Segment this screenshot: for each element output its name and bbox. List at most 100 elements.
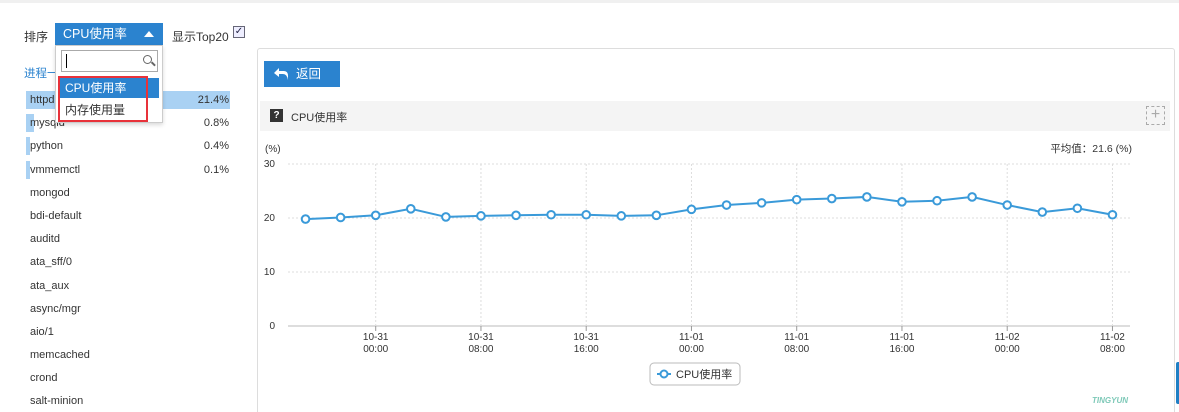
process-name: crond [30,372,58,385]
data-point[interactable] [476,211,486,221]
process-row[interactable]: ata_sff/0 [26,251,232,274]
data-point[interactable] [686,204,697,215]
x-tick-time: 16:00 [574,344,599,355]
data-point[interactable] [826,193,837,204]
x-tick-date: 11-01 [890,332,915,343]
x-tick-time: 08:00 [1100,344,1125,355]
data-point[interactable] [791,194,802,205]
y-tick-label: 10 [264,267,276,278]
process-row[interactable]: bdi-default [26,205,232,228]
process-name: salt-minion [30,395,84,408]
process-name: aio/1 [30,325,54,338]
data-point[interactable] [511,210,521,221]
process-name: ata_sff/0 [30,256,72,269]
x-tick-date: 11-01 [679,332,704,343]
process-name: auditd [30,233,60,246]
cpu-line-chart: (%) 平均值：21.6 (%) 010203010-3100:0010-310… [264,142,1132,405]
chart-title: CPU使用率 [291,112,348,124]
x-tick-date: 10-31 [573,332,599,343]
average-value-label: 平均值：21.6 (%) [1050,142,1132,155]
data-point[interactable] [721,200,732,210]
help-icon[interactable]: ? [270,109,283,122]
process-list-header[interactable]: 进程一 [24,65,59,81]
x-tick-time: 00:00 [679,344,704,355]
process-name: mongod [30,186,70,199]
data-point[interactable] [300,214,311,224]
process-row[interactable]: mongod [26,182,232,205]
y-tick-label: 0 [269,321,275,332]
process-row[interactable]: ata_aux [26,275,232,298]
back-button-label: 返回 [296,67,322,81]
legend-marker-icon [659,369,669,379]
x-tick-time: 16:00 [889,344,914,355]
process-row[interactable]: auditd [26,228,232,251]
process-name: memcached [30,349,90,362]
top20-checkbox[interactable]: ✓ [233,26,245,38]
process-name: async/mgr [30,302,81,315]
caret-up-icon [144,31,154,37]
process-row[interactable]: python 0.4% [26,135,232,158]
back-button[interactable]: 返回 [264,61,340,87]
data-point[interactable] [405,204,416,214]
dropdown-search-input[interactable] [65,52,140,70]
process-percent: 0.8% [203,117,229,130]
process-percent: 21.4% [197,94,229,106]
y-tick-label: 20 [264,213,276,224]
series-line [305,195,1113,221]
process-row[interactable]: async/mgr [26,298,232,321]
process-name: vmmemctl [30,163,81,176]
back-arrow-icon [274,68,288,80]
x-tick-time: 08:00 [468,344,493,355]
data-point[interactable] [862,192,872,202]
data-point[interactable] [1107,209,1118,220]
sort-label: 排序 [24,30,49,44]
process-name: httpd [30,94,55,106]
legend-label: CPU使用率 [676,367,732,381]
top20-label: 显示Top20 [172,30,229,44]
data-point[interactable] [967,192,977,202]
data-point[interactable] [616,211,627,221]
x-tick-time: 00:00 [995,344,1020,355]
process-percent: 0.1% [203,163,229,176]
process-percent: 0.4% [203,140,229,153]
process-name: bdi-default [30,209,82,222]
data-point[interactable] [546,209,556,220]
x-tick-date: 10-31 [363,332,389,343]
x-tick-date: 11-02 [1100,332,1125,343]
x-tick-date: 11-02 [995,332,1020,343]
y-axis-unit: (%) [265,144,281,155]
process-row[interactable]: salt-minion [26,390,232,412]
data-point[interactable] [932,195,942,206]
process-name: ata_aux [30,279,70,292]
sort-select-value: CPU使用率 [63,27,127,41]
y-tick-label: 30 [264,159,276,170]
x-tick-time: 08:00 [784,344,809,355]
data-point[interactable] [897,197,907,207]
data-point[interactable] [581,209,592,220]
chart-header [260,101,1170,131]
process-list: httpd 21.4% mysqld 0.8% python 0.4% vmmemctl 0.… [26,89,232,412]
text-cursor [66,54,67,68]
process-row[interactable]: crond [26,367,232,390]
data-point[interactable] [651,210,662,221]
process-row[interactable]: vmmemctl 0.1% [26,159,232,182]
x-tick-time: 00:00 [363,344,388,355]
x-tick-date: 11-01 [784,332,809,343]
data-point[interactable] [756,198,767,208]
data-point[interactable] [441,212,451,222]
data-point[interactable] [1037,207,1048,217]
data-point[interactable] [370,210,381,221]
process-row[interactable]: aio/1 [26,321,232,344]
process-row[interactable]: memcached [26,344,232,367]
process-name: python [30,140,64,153]
x-tick-date: 10-31 [468,332,494,343]
data-point[interactable] [1002,200,1013,210]
dropdown-search-box[interactable] [61,50,158,72]
tingyun-watermark: TINGYUN [1092,396,1128,405]
add-icon[interactable]: + [1146,106,1165,125]
data-point[interactable] [1072,203,1083,214]
data-point[interactable] [335,212,346,223]
sort-select[interactable]: CPU使用率 [55,23,163,45]
highlight-annotation-box [58,76,148,122]
top-border [0,0,1179,3]
